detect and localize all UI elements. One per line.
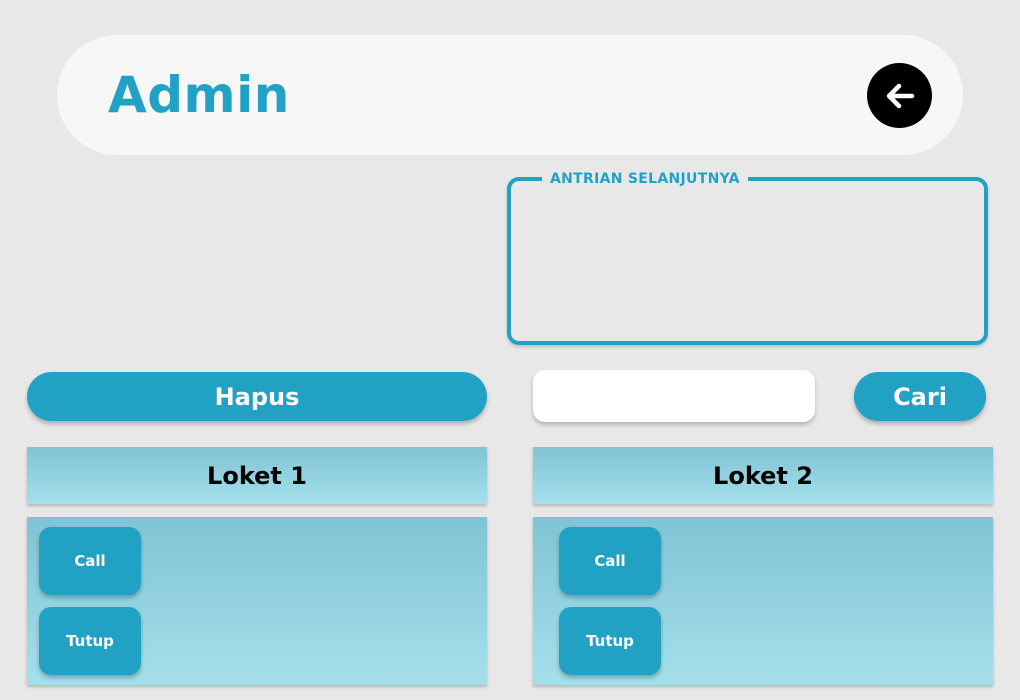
- loket-1-call-button[interactable]: Call: [39, 527, 141, 595]
- next-queue-label: ANTRIAN SELANJUTNYA: [542, 168, 748, 190]
- back-button[interactable]: [867, 63, 932, 128]
- hapus-button[interactable]: Hapus: [27, 372, 487, 421]
- loket-2-call-button[interactable]: Call: [559, 527, 661, 595]
- admin-page: Admin ANTRIAN SELANJUTNYA Hapus Cari Lok…: [0, 0, 1020, 700]
- header-bar: Admin: [57, 35, 963, 155]
- loket-2-panel: Call Tutup: [533, 517, 993, 685]
- loket-1-header: Loket 1: [27, 447, 487, 504]
- loket-1-tutup-button[interactable]: Tutup: [39, 607, 141, 675]
- cari-button[interactable]: Cari: [854, 372, 986, 421]
- loket-1-panel: Call Tutup: [27, 517, 487, 685]
- loket-2-tutup-button[interactable]: Tutup: [559, 607, 661, 675]
- arrow-left-icon: [886, 83, 914, 108]
- next-queue-box: ANTRIAN SELANJUTNYA: [507, 168, 988, 345]
- search-input[interactable]: [533, 370, 815, 422]
- page-title: Admin: [108, 66, 290, 124]
- loket-2-header: Loket 2: [533, 447, 993, 504]
